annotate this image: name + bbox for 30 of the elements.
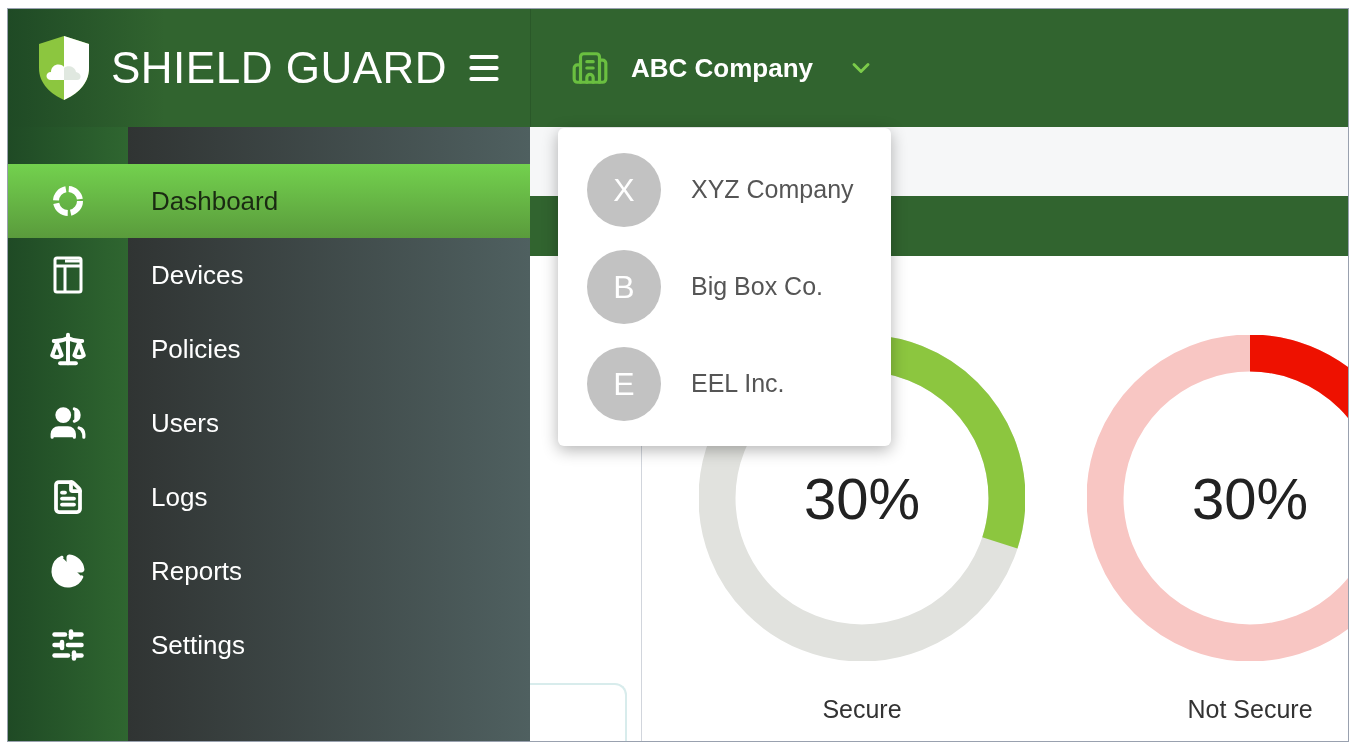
sidebar-item[interactable]: Logs [8,460,530,534]
company-avatar: E [587,347,661,421]
gauge-percentage: 30% [803,464,921,533]
gauge-label: Secure [822,694,902,725]
scale-icon [49,330,87,368]
gauge-label: Not Secure [1187,694,1313,725]
company-name: Big Box Co. [691,271,823,303]
company-option[interactable]: X XYZ Company [558,153,891,227]
sliders-icon [50,627,86,663]
company-option[interactable]: E EEL Inc. [558,347,891,421]
company-avatar: X [587,153,661,227]
sidebar-item[interactable]: Devices [8,238,530,312]
pie-chart-icon [50,553,86,589]
sidebar-item[interactable]: Reports [8,534,530,608]
gauge-percentage: 30% [1191,464,1309,533]
shield-logo-icon [37,34,91,102]
company-avatar: B [587,250,661,324]
company-option[interactable]: B Big Box Co. [558,250,891,324]
company-name: XYZ Company [691,174,854,206]
ring-icon [51,184,85,218]
sidebar-item[interactable]: Settings [8,608,530,682]
users-icon [49,404,87,442]
company-switcher[interactable]: ABC Company [571,48,875,88]
sidebar-item[interactable]: Dashboard [8,164,530,238]
building-icon [571,49,609,87]
sidebar-item[interactable]: Policies [8,312,530,386]
panel-icon [53,256,83,294]
app-title: SHIELD GUARD [111,42,448,94]
company-name: EEL Inc. [691,368,785,400]
sidebar-item[interactable]: Users [8,386,530,460]
